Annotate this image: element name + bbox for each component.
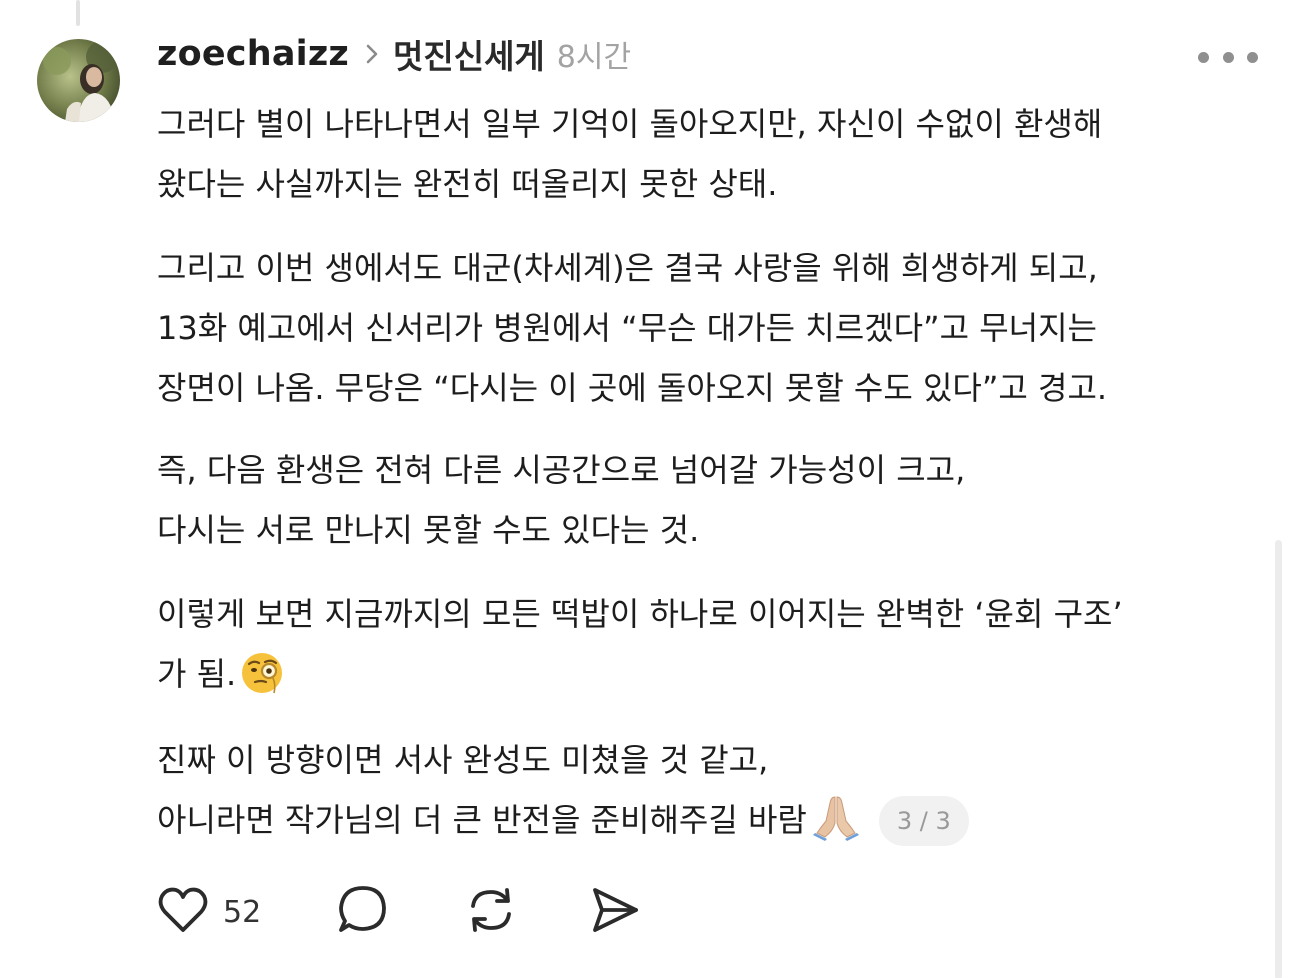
body-line-text: 가 됨. — [157, 655, 237, 693]
like-button[interactable]: 52 — [157, 886, 261, 938]
folded-hands-emoji — [811, 791, 861, 860]
body-line: 즉, 다음 환생은 전혀 다른 시공간으로 넘어갈 가능성이 크고, — [157, 451, 966, 489]
avatar[interactable] — [37, 39, 120, 122]
heart-icon — [157, 886, 209, 938]
send-icon — [589, 884, 641, 940]
username[interactable]: zoechaizz — [157, 34, 349, 74]
page-indicator: 3 / 3 — [878, 796, 969, 846]
repost-button[interactable] — [465, 884, 517, 940]
body-line: 그러다 별이 나타나면서 일부 기억이 돌아오지만, 자신이 수없이 환생해 — [157, 105, 1103, 143]
comment-bubble-icon — [337, 884, 389, 940]
face-with-monocle-emoji — [240, 651, 284, 714]
more-options-icon[interactable] — [1198, 42, 1258, 72]
body-line: 그리고 이번 생에서도 대군(차세계)은 결국 사랑을 위해 희생하게 되고, — [157, 249, 1098, 287]
body-line-with-emoji: 가 됨. — [157, 644, 1267, 714]
chevron-right-icon — [365, 43, 379, 65]
body-line-with-emoji: 아니라면 작가님의 더 큰 반전을 준비해주길 바람 3 / 3 — [157, 790, 1267, 860]
body-line: 이렇게 보면 지금까지의 모든 떡밥이 하나로 이어지는 완벽한 ‘윤회 구조’ — [157, 595, 1123, 633]
reply-button[interactable] — [337, 884, 389, 940]
body-line: 장면이 나옴. 무당은 “다시는 이 곳에 돌아오지 못할 수도 있다”고 경고… — [157, 369, 1108, 407]
action-bar: 52 — [157, 884, 641, 940]
topic-tag[interactable]: 멋진신세게 — [393, 30, 545, 78]
repost-icon — [465, 884, 517, 940]
scrollbar[interactable] — [1275, 540, 1282, 978]
body-line: 13화 예고에서 신서리가 병원에서 “무슨 대가든 치르겠다”고 무너지는 — [157, 309, 1097, 347]
post-body: 그러다 별이 나타나면서 일부 기억이 돌아오지만, 자신이 수없이 환생해 왔… — [157, 94, 1267, 860]
body-line-text: 아니라면 작가님의 더 큰 반전을 준비해주길 바람 — [157, 801, 807, 839]
body-line: 진짜 이 방향이면 서사 완성도 미쳤을 것 같고, — [157, 741, 769, 779]
body-line: 다시는 서로 만나지 못할 수도 있다는 것. — [157, 511, 700, 549]
body-line: 왔다는 사실까지는 완전히 떠올리지 못한 상태. — [157, 165, 778, 203]
share-button[interactable] — [589, 884, 641, 940]
thread-post: zoechaizz 멋진신세게 8시간 그러다 별이 나타나면서 일부 기억이 … — [0, 0, 1290, 978]
post-header: zoechaizz 멋진신세게 8시간 — [157, 30, 631, 78]
thread-connector-line — [76, 0, 80, 26]
post-timestamp: 8시간 — [556, 40, 632, 75]
like-count: 52 — [223, 894, 262, 930]
